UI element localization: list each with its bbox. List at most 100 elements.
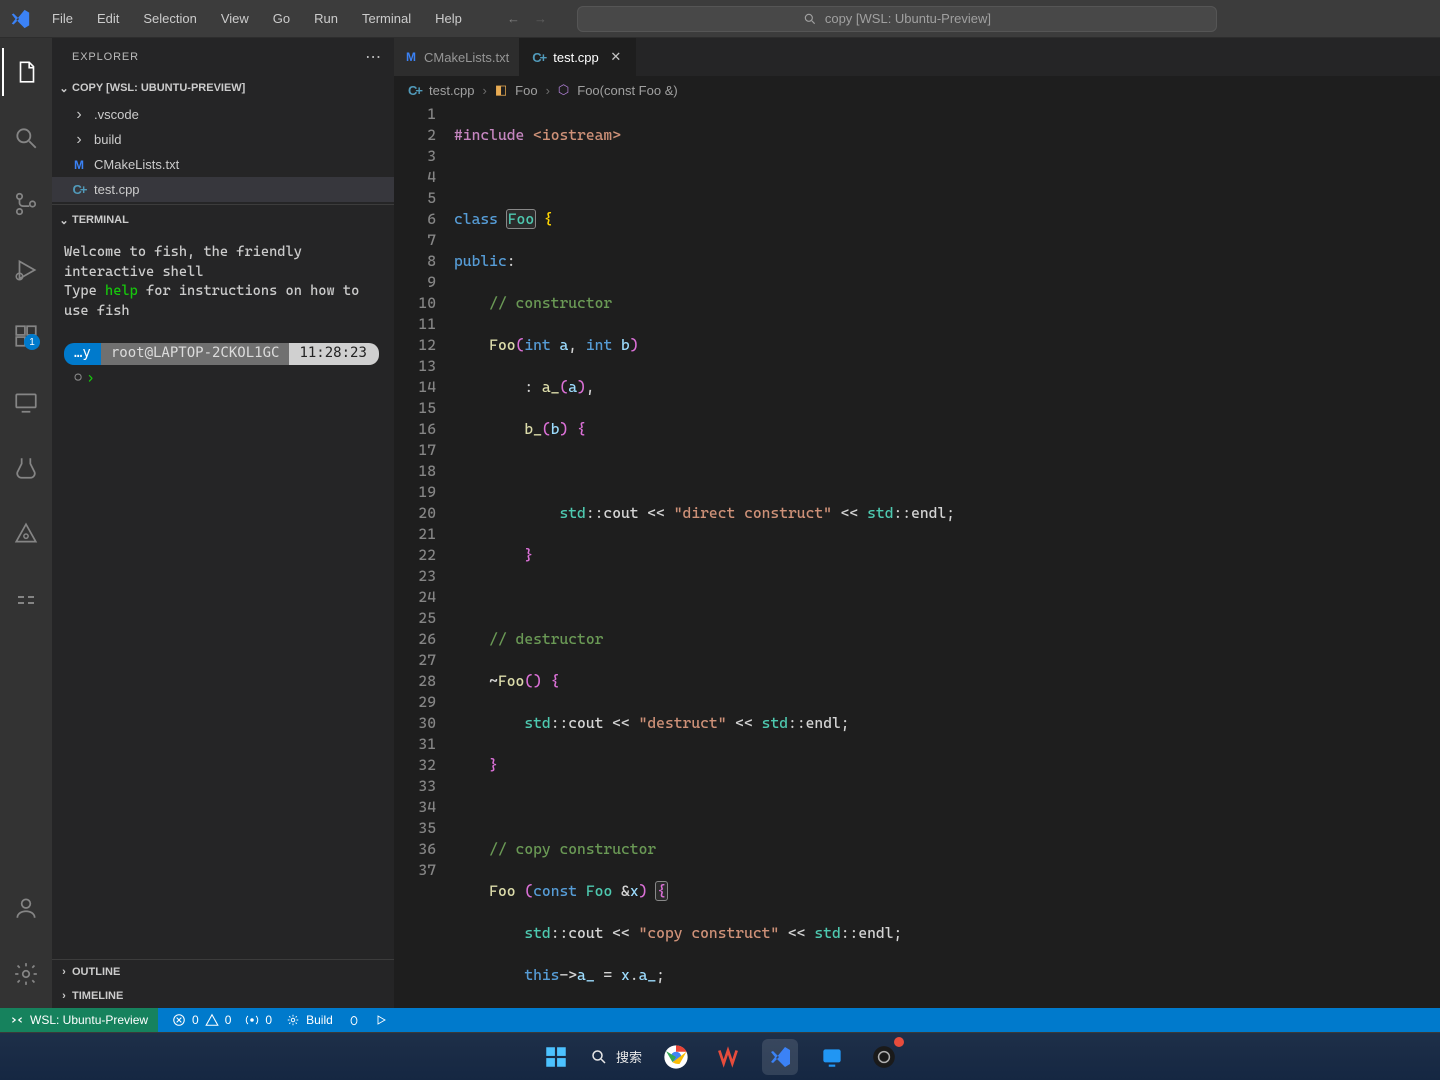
nav-forward-icon[interactable]: → bbox=[534, 11, 547, 26]
class-icon: ◧ bbox=[495, 82, 507, 98]
breadcrumb-method[interactable]: Foo(const Foo &) bbox=[577, 83, 677, 98]
prompt-caret: ○› bbox=[74, 369, 382, 389]
tree-label: build bbox=[94, 132, 121, 147]
gear-icon bbox=[286, 1013, 300, 1027]
status-build[interactable]: Build bbox=[286, 1013, 333, 1027]
tree-label: .vscode bbox=[94, 107, 139, 122]
sidebar-title: EXPLORER bbox=[72, 51, 139, 63]
menu-edit[interactable]: Edit bbox=[87, 5, 129, 32]
chevron-right-icon bbox=[70, 106, 88, 124]
activity-account-icon[interactable] bbox=[2, 884, 50, 932]
tab-bar: M CMakeLists.txt C+ test.cpp ✕ bbox=[394, 38, 1440, 76]
activity-remote-icon[interactable] bbox=[2, 378, 50, 426]
taskbar-todesk-icon[interactable] bbox=[814, 1039, 850, 1075]
line-numbers: 1234567891011121314151617181920212223242… bbox=[394, 104, 454, 1008]
taskbar-wps-icon[interactable] bbox=[710, 1039, 746, 1075]
cpp-file-icon: C+ bbox=[532, 50, 545, 65]
workspace-header[interactable]: ⌄COPY [WSL: UBUNTU-PREVIEW] bbox=[52, 76, 394, 100]
search-icon bbox=[590, 1048, 608, 1066]
cmake-file-icon: M bbox=[406, 50, 416, 64]
activity-source-control-icon[interactable] bbox=[2, 180, 50, 228]
extensions-badge: 1 bbox=[24, 334, 40, 350]
remote-icon bbox=[10, 1013, 24, 1027]
command-center-text: copy [WSL: Ubuntu-Preview] bbox=[825, 11, 991, 26]
chevron-right-icon bbox=[70, 131, 88, 149]
terminal-prompt: …y root@LAPTOP-2CKOL1GC 11:28:23 bbox=[64, 343, 382, 365]
cpp-file-icon: C+ bbox=[70, 182, 88, 197]
error-icon bbox=[172, 1013, 186, 1027]
status-run-icon[interactable] bbox=[375, 1014, 387, 1026]
activity-settings-icon[interactable] bbox=[2, 950, 50, 998]
tree-file-testcpp[interactable]: C+ test.cpp bbox=[52, 177, 394, 202]
terminal-panel: ⌄ TERMINAL Welcome to fish, the friendly… bbox=[52, 204, 394, 959]
activity-search-icon[interactable] bbox=[2, 114, 50, 162]
cmake-file-icon: M bbox=[70, 158, 88, 172]
method-icon: ⬡ bbox=[558, 82, 569, 98]
activity-extensions-icon[interactable]: 1 bbox=[2, 312, 50, 360]
status-remote[interactable]: WSL: Ubuntu-Preview bbox=[0, 1008, 158, 1032]
terminal-section-header[interactable]: ⌄ TERMINAL bbox=[52, 205, 394, 235]
vscode-logo-icon bbox=[8, 7, 32, 31]
status-problems[interactable]: 0 0 bbox=[172, 1013, 231, 1027]
tree-label: CMakeLists.txt bbox=[94, 157, 179, 172]
tab-cmakelists[interactable]: M CMakeLists.txt bbox=[394, 38, 520, 76]
tree-label: test.cpp bbox=[94, 182, 140, 197]
prompt-host: root@LAPTOP-2CKOL1GC bbox=[101, 343, 290, 365]
terminal-body[interactable]: Welcome to fish, the friendly interactiv… bbox=[52, 235, 394, 959]
terminal-line: Type help for instructions on how to use… bbox=[64, 282, 382, 321]
breadcrumbs[interactable]: C+ test.cpp › ◧ Foo › ⬡ Foo(const Foo &) bbox=[394, 76, 1440, 104]
taskbar-chrome-icon[interactable] bbox=[658, 1039, 694, 1075]
menu-go[interactable]: Go bbox=[263, 5, 300, 32]
status-debug-icon[interactable] bbox=[347, 1013, 361, 1027]
prompt-time: 11:28:23 bbox=[289, 343, 378, 365]
editor: M CMakeLists.txt C+ test.cpp ✕ C+ test.c… bbox=[394, 38, 1440, 1008]
taskbar-search-text: 搜索 bbox=[616, 1047, 642, 1066]
tab-testcpp[interactable]: C+ test.cpp ✕ bbox=[520, 38, 636, 76]
status-bar: WSL: Ubuntu-Preview 0 0 0 Build bbox=[0, 1008, 1440, 1032]
sidebar: EXPLORER ⋯ ⌄COPY [WSL: UBUNTU-PREVIEW] .… bbox=[52, 38, 394, 1008]
taskbar-vscode-icon[interactable] bbox=[762, 1039, 798, 1075]
timeline-header[interactable]: ›TIMELINE bbox=[52, 984, 394, 1008]
cpp-file-icon: C+ bbox=[408, 83, 421, 98]
search-icon bbox=[803, 12, 817, 26]
menu-terminal[interactable]: Terminal bbox=[352, 5, 421, 32]
close-icon[interactable]: ✕ bbox=[607, 49, 625, 65]
menu-view[interactable]: View bbox=[211, 5, 259, 32]
notification-dot-icon bbox=[894, 1037, 904, 1047]
taskbar-search[interactable]: 搜索 bbox=[590, 1047, 642, 1066]
code-content[interactable]: #include <iostream> class Foo { public: … bbox=[454, 104, 1440, 1008]
windows-taskbar: 搜索 bbox=[0, 1032, 1440, 1080]
file-tree: .vscode build M CMakeLists.txt C+ test.c… bbox=[52, 100, 394, 204]
tree-folder-vscode[interactable]: .vscode bbox=[52, 102, 394, 127]
tab-label: test.cpp bbox=[553, 50, 599, 65]
activity-testing-icon[interactable] bbox=[2, 444, 50, 492]
activity-run-debug-icon[interactable] bbox=[2, 246, 50, 294]
activity-cmake-icon[interactable] bbox=[2, 510, 50, 558]
warning-icon bbox=[205, 1013, 219, 1027]
status-ports[interactable]: 0 bbox=[245, 1013, 272, 1027]
activity-bar: 1 bbox=[0, 38, 52, 1008]
outline-header[interactable]: ›OUTLINE bbox=[52, 960, 394, 984]
command-center[interactable]: copy [WSL: Ubuntu-Preview] bbox=[577, 6, 1217, 32]
menu-selection[interactable]: Selection bbox=[133, 5, 206, 32]
menu-help[interactable]: Help bbox=[425, 5, 472, 32]
code-area[interactable]: 1234567891011121314151617181920212223242… bbox=[394, 104, 1440, 1008]
activity-tabnine-icon[interactable] bbox=[2, 576, 50, 624]
terminal-line: Welcome to fish, the friendly interactiv… bbox=[64, 243, 382, 282]
nav-back-icon[interactable]: ← bbox=[507, 11, 520, 26]
tree-file-cmakelists[interactable]: M CMakeLists.txt bbox=[52, 152, 394, 177]
taskbar-start-icon[interactable] bbox=[538, 1039, 574, 1075]
radio-icon bbox=[245, 1013, 259, 1027]
activity-explorer-icon[interactable] bbox=[2, 48, 50, 96]
menu-file[interactable]: File bbox=[42, 5, 83, 32]
tab-label: CMakeLists.txt bbox=[424, 50, 509, 65]
prompt-segment: …y bbox=[64, 343, 101, 365]
terminal-title-text: TERMINAL bbox=[72, 214, 129, 226]
taskbar-obs-icon[interactable] bbox=[866, 1039, 902, 1075]
workspace-name: COPY [WSL: UBUNTU-PREVIEW] bbox=[72, 82, 245, 94]
breadcrumb-file[interactable]: test.cpp bbox=[429, 83, 475, 98]
sidebar-more-icon[interactable]: ⋯ bbox=[365, 47, 382, 67]
breadcrumb-class[interactable]: Foo bbox=[515, 83, 537, 98]
menu-run[interactable]: Run bbox=[304, 5, 348, 32]
tree-folder-build[interactable]: build bbox=[52, 127, 394, 152]
